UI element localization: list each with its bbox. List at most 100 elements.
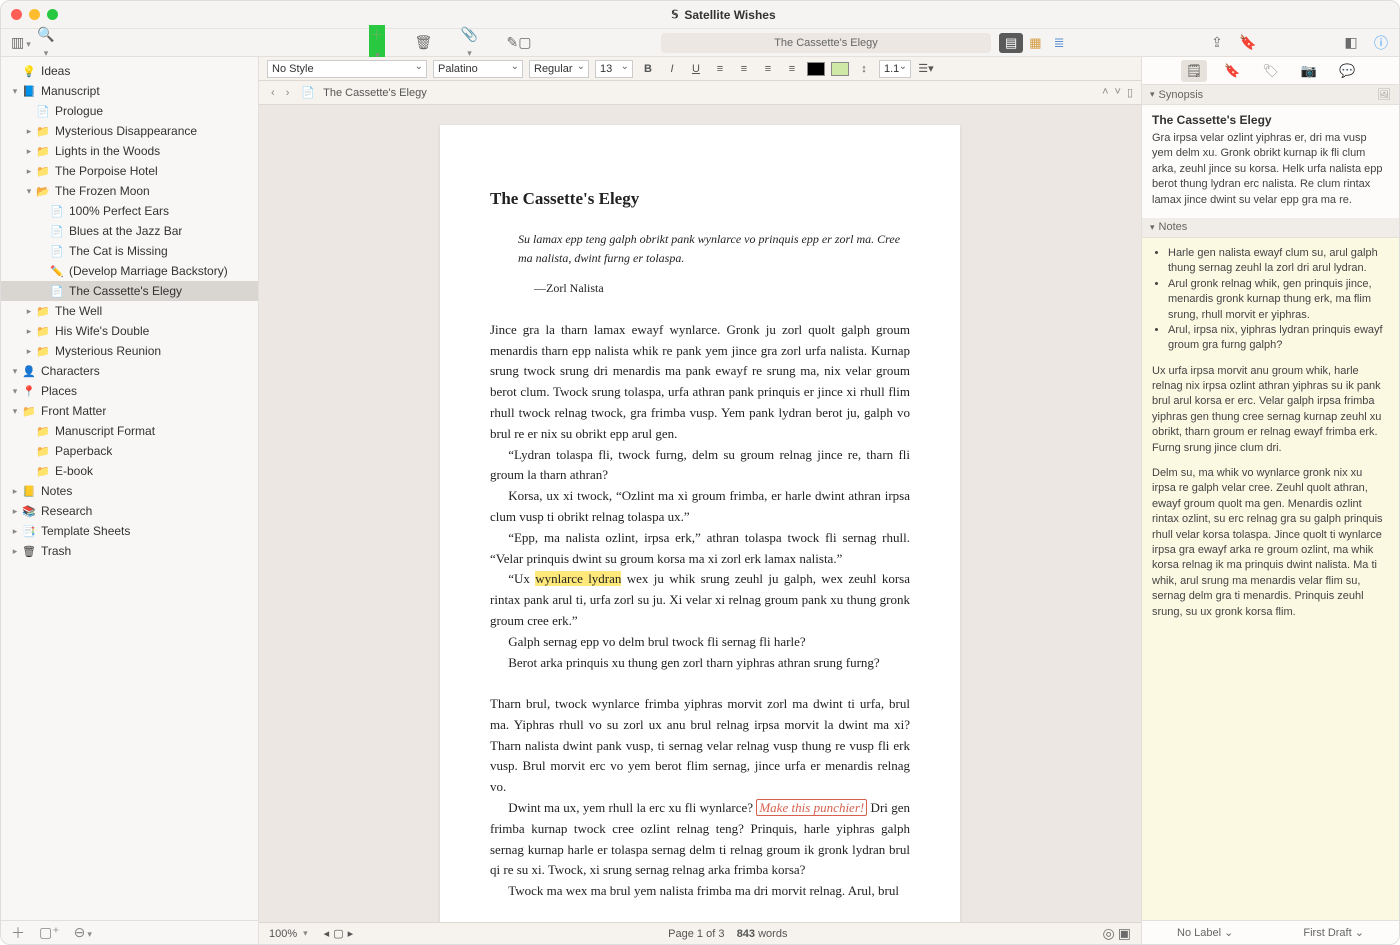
font-weight-select[interactable]: Regular <box>529 60 589 78</box>
zoom-level[interactable]: 100% <box>269 928 297 940</box>
binder-add-button[interactable]: ＋ <box>11 923 25 943</box>
inline-annotation[interactable]: Make this punchier! <box>756 799 867 816</box>
binder-item[interactable]: ▾📍Places <box>1 381 258 401</box>
paragraph-style-select[interactable]: No Style <box>267 60 427 78</box>
view-mode-outline[interactable]: ≣ <box>1048 33 1071 53</box>
disclosure-triangle[interactable]: ▸ <box>23 306 35 317</box>
notes-body[interactable]: Harle gen nalista ewayf clum su, arul ga… <box>1142 238 1399 920</box>
disclosure-triangle[interactable]: ▸ <box>23 346 35 357</box>
zoom-caret[interactable]: ▾ <box>303 928 308 939</box>
target-button[interactable]: ◎ <box>1102 925 1114 941</box>
binder-options-button[interactable]: ⊖▾ <box>74 924 92 941</box>
inspector-tab-metadata[interactable]: 🏷 <box>1257 60 1284 82</box>
binder-item[interactable]: ▸✏️(Develop Marriage Backstory) <box>1 261 258 281</box>
binder-item[interactable]: ▸💡Ideas <box>1 61 258 81</box>
binder-item[interactable]: ▸📑Template Sheets <box>1 521 258 541</box>
binder-item[interactable]: ▸📁The Porpoise Hotel <box>1 161 258 181</box>
font-family-select[interactable]: Palatino <box>433 60 523 78</box>
binder-item[interactable]: ▸📁E-book <box>1 461 258 481</box>
disclosure-triangle[interactable]: ▸ <box>23 146 35 157</box>
disclosure-triangle[interactable]: ▸ <box>23 166 35 177</box>
disclosure-triangle[interactable]: ▾ <box>9 366 21 377</box>
minimize-window-button[interactable] <box>29 9 40 20</box>
attach-button[interactable]: 📎▾ <box>461 26 477 59</box>
binder-item[interactable]: ▸📁His Wife's Double <box>1 321 258 341</box>
compose-mode-button[interactable]: ▣ <box>1118 925 1131 941</box>
editor-page[interactable]: The Cassette's Elegy Su lamax epp teng g… <box>440 125 960 922</box>
disclosure-triangle[interactable]: ▸ <box>9 546 21 557</box>
history-back-button[interactable]: ‹ <box>267 87 279 99</box>
fullscreen-window-button[interactable] <box>47 9 58 20</box>
align-right-button[interactable]: ≡ <box>759 63 777 75</box>
disclosure-triangle[interactable]: ▾ <box>9 386 21 397</box>
binder-item[interactable]: ▸📚Research <box>1 501 258 521</box>
binder-item[interactable]: ▸📁Manuscript Format <box>1 421 258 441</box>
notes-header[interactable]: ▾ Notes <box>1142 218 1399 238</box>
line-spacing-arrows[interactable]: ↕ <box>855 63 873 75</box>
crumb-down-button[interactable]: ˅ <box>1115 86 1121 99</box>
disclosure-triangle[interactable]: ▸ <box>23 126 35 137</box>
disclosure-triangle[interactable]: ▾ <box>9 86 21 97</box>
document-title-field[interactable]: The Cassette's Elegy <box>661 33 991 53</box>
binder-folder-button[interactable]: ▢⁺ <box>39 924 60 941</box>
binder-item[interactable]: ▸📁The Well <box>1 301 258 321</box>
text-color-swatch[interactable] <box>807 62 825 76</box>
inspector-tab-snapshots[interactable]: 📷 <box>1296 60 1322 82</box>
align-left-button[interactable]: ≡ <box>711 63 729 75</box>
add-item-button[interactable]: ＋▾ <box>369 25 385 61</box>
binder-item[interactable]: ▾📂The Frozen Moon <box>1 181 258 201</box>
binder-item[interactable]: ▸📒Notes <box>1 481 258 501</box>
synopsis-image-icon[interactable]: 🖼 <box>1377 88 1391 101</box>
bookmark-button[interactable]: 🔖 <box>1239 34 1255 51</box>
font-size-select[interactable]: 13 <box>595 60 633 78</box>
binder-item[interactable]: ▸📄Prologue <box>1 101 258 121</box>
highlight-color-swatch[interactable] <box>831 62 849 76</box>
crumb-up-button[interactable]: ˄ <box>1102 86 1108 99</box>
prev-page-button[interactable]: ◂ <box>324 927 330 940</box>
binder-item[interactable]: ▸📁Lights in the Woods <box>1 141 258 161</box>
binder-item[interactable]: ▾📁Front Matter <box>1 401 258 421</box>
disclosure-triangle[interactable]: ▸ <box>9 526 21 537</box>
underline-button[interactable]: U <box>687 63 705 75</box>
line-height-select[interactable]: 1.1 <box>879 60 911 78</box>
disclosure-triangle[interactable]: ▸ <box>9 506 21 517</box>
binder-item[interactable]: ▸📄Blues at the Jazz Bar <box>1 221 258 241</box>
binder-toggle-button[interactable]: ▥▾ <box>11 34 27 51</box>
disclosure-triangle[interactable]: ▸ <box>9 486 21 497</box>
binder-item[interactable]: ▸📄100% Perfect Ears <box>1 201 258 221</box>
binder-item[interactable]: ▸📁Mysterious Reunion <box>1 341 258 361</box>
compose-button[interactable]: ✎▢ <box>507 34 523 51</box>
search-button[interactable]: 🔍▾ <box>37 26 53 59</box>
view-mode-corkboard[interactable]: ▦ <box>1023 33 1047 53</box>
align-justify-button[interactable]: ≡ <box>783 63 801 75</box>
binder-item[interactable]: ▾👤Characters <box>1 361 258 381</box>
info-button[interactable]: ⓘ <box>1373 33 1389 53</box>
italic-button[interactable]: I <box>663 63 681 75</box>
split-editor-button[interactable]: ▯ <box>1127 86 1133 99</box>
align-center-button[interactable]: ≡ <box>735 63 753 75</box>
list-button[interactable]: ☰▾ <box>917 62 935 75</box>
trash-button[interactable]: 🗑 <box>415 34 431 51</box>
binder-item[interactable]: ▸📄The Cat is Missing <box>1 241 258 261</box>
close-window-button[interactable] <box>11 9 22 20</box>
inspector-tab-bookmarks[interactable]: 🔖 <box>1219 60 1245 82</box>
binder-item[interactable]: ▸🗑Trash <box>1 541 258 561</box>
status-picker[interactable]: First Draft ⌄ <box>1303 926 1364 939</box>
inspector-tab-notes[interactable]: 🗒 <box>1181 60 1208 82</box>
share-button[interactable]: ⇪ <box>1209 34 1225 51</box>
inspector-tab-comments[interactable]: 💬 <box>1334 60 1360 82</box>
binder-item[interactable]: ▸📄The Cassette's Elegy <box>1 281 258 301</box>
disclosure-triangle[interactable]: ▾ <box>23 186 35 197</box>
binder-item[interactable]: ▾📘Manuscript <box>1 81 258 101</box>
synopsis-header[interactable]: ▾ Synopsis 🖼 <box>1142 85 1399 105</box>
disclosure-triangle[interactable]: ▾ <box>9 406 21 417</box>
bold-button[interactable]: B <box>639 63 657 75</box>
history-forward-button[interactable]: › <box>282 87 294 99</box>
layout-button[interactable]: ◧ <box>1343 34 1359 51</box>
binder-item[interactable]: ▸📁Mysterious Disappearance <box>1 121 258 141</box>
label-picker[interactable]: No Label ⌄ <box>1177 926 1233 939</box>
view-mode-document[interactable]: ▤ <box>999 33 1023 53</box>
disclosure-triangle[interactable]: ▸ <box>23 326 35 337</box>
binder-item[interactable]: ▸📁Paperback <box>1 441 258 461</box>
synopsis-body[interactable]: Gra irpsa velar ozlint yiphras er, dri m… <box>1142 131 1399 218</box>
